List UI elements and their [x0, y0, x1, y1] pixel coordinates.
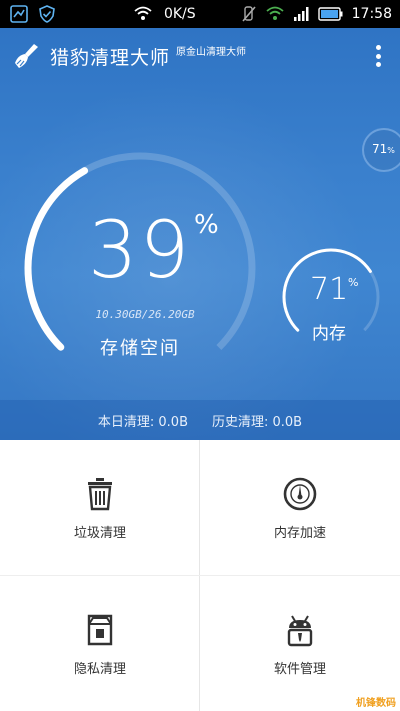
memory-boost-label: 内存加速 — [273, 526, 326, 541]
privacy-clean-label: 隐私清理 — [73, 662, 126, 677]
floating-ball-label[interactable]: 71% — [372, 142, 395, 156]
signal-icon — [292, 5, 310, 23]
wifi-icon — [266, 5, 284, 23]
app-manager-label: 软件管理 — [273, 662, 326, 677]
app-notify-icon — [10, 5, 28, 23]
privacy-box-icon — [87, 614, 113, 646]
wifi-icon — [134, 5, 152, 23]
history-cleaned: 历史清理: 0.0B — [212, 414, 303, 430]
privacy-clean-button[interactable]: 隐私清理 — [0, 576, 200, 711]
storage-usage: 10.30GB/26.20GB — [95, 308, 195, 321]
app-manager-button[interactable]: 软件管理 — [200, 576, 400, 711]
storage-percent-sign: % — [194, 210, 219, 240]
cleanup-stats-bar: 本日清理: 0.0B 历史清理: 0.0B — [0, 400, 400, 440]
app-title: 猎豹清理大师 — [50, 46, 171, 69]
android-icon — [287, 615, 313, 647]
memory-boost-button[interactable]: 内存加速 — [200, 440, 400, 575]
junk-clean-label: 垃圾清理 — [73, 526, 126, 541]
today-cleaned: 本日清理: 0.0B — [97, 414, 188, 430]
junk-clean-button[interactable]: 垃圾清理 — [0, 440, 200, 575]
shield-icon — [38, 5, 56, 23]
network-speed: 0K/S — [163, 6, 196, 22]
more-vertical-icon[interactable] — [370, 42, 386, 70]
feature-grid: 垃圾清理 内存加速 隐私清理 软件管理 机锋数码 — [0, 440, 400, 711]
trash-icon — [88, 478, 112, 511]
broom-icon — [15, 44, 38, 68]
memory-percent-sign: % — [348, 276, 359, 289]
clock: 17:58 — [351, 6, 392, 22]
mute-icon — [240, 5, 258, 23]
memory-label: 内存 — [312, 324, 346, 344]
battery-icon — [317, 5, 344, 23]
watermark: 机锋数码 — [356, 698, 396, 709]
storage-percent: 39 — [88, 206, 192, 296]
storage-label: 存储空间 — [100, 338, 180, 359]
hero-panel: 猎豹清理大师 原金山清理大师 39 % 10.30GB/26.20GB 存储空间… — [0, 28, 400, 440]
memory-percent: 71 — [310, 272, 349, 307]
status-bar: 0K/S 17:58 — [0, 0, 400, 28]
app-header: 猎豹清理大师 原金山清理大师 — [0, 28, 400, 84]
app-subtitle: 原金山清理大师 — [176, 46, 247, 58]
speedometer-icon — [283, 477, 317, 511]
